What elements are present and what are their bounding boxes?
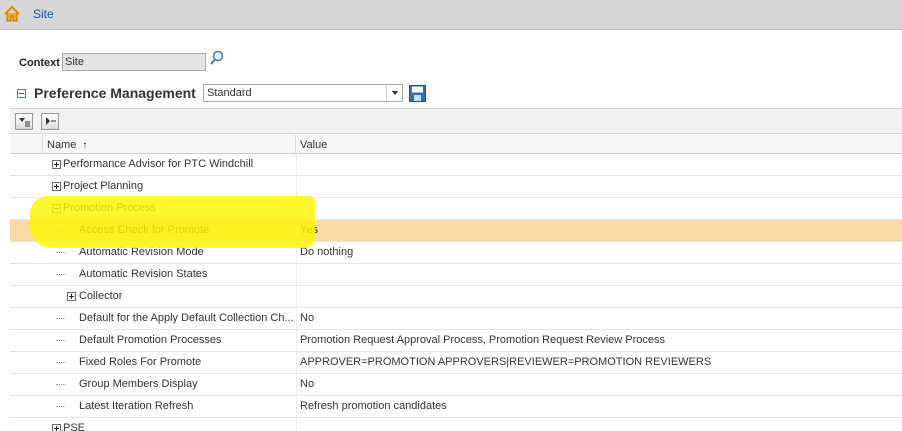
row-name: Access Check for Promote: [79, 224, 210, 236]
context-field[interactable]: [62, 53, 206, 71]
preference-tree-table: Performance Advisor for PTC Windchill Pr…: [10, 154, 902, 431]
table-row[interactable]: Latest Iteration Refresh Refresh promoti…: [10, 396, 902, 418]
row-name: Promotion Process: [63, 202, 156, 214]
table-row[interactable]: Fixed Roles For Promote APPROVER=PROMOTI…: [10, 352, 902, 374]
table-row[interactable]: Project Planning: [10, 176, 902, 198]
table-toolbar: [10, 108, 902, 134]
table-row[interactable]: Automatic Revision Mode Do nothing: [10, 242, 902, 264]
row-value: Yes: [300, 224, 318, 236]
view-select-value: Standard: [207, 87, 252, 99]
expand-icon[interactable]: [52, 424, 61, 431]
table-row[interactable]: Default for the Apply Default Collection…: [10, 308, 902, 330]
collapse-section-icon[interactable]: [17, 89, 26, 98]
table-row[interactable]: PSE: [10, 418, 902, 431]
row-value: Do nothing: [300, 246, 354, 258]
row-value: Refresh promotion candidates: [300, 400, 447, 412]
search-icon[interactable]: [208, 49, 226, 67]
row-value: [300, 198, 890, 219]
row-name: Default for the Apply Default Collection…: [79, 312, 294, 324]
table-row-selected[interactable]: Access Check for Promote Yes: [10, 220, 902, 242]
table-row[interactable]: Group Members Display No: [10, 374, 902, 396]
row-name: Project Planning: [63, 180, 144, 192]
row-name: Latest Iteration Refresh: [79, 400, 194, 412]
row-value: Promotion Request Approval Process, Prom…: [300, 334, 666, 346]
expand-all-icon: [19, 118, 30, 127]
collapse-all-button[interactable]: [41, 113, 59, 130]
top-navigation-bar: Site: [0, 0, 902, 30]
expand-icon[interactable]: [67, 292, 76, 301]
chevron-down-icon[interactable]: [386, 85, 402, 101]
column-header-value-label: Value: [300, 139, 328, 151]
row-name: Automatic Revision Mode: [79, 246, 204, 258]
row-value: [300, 418, 890, 431]
row-name: PSE: [63, 422, 86, 431]
table-row[interactable]: Performance Advisor for PTC Windchill: [10, 154, 902, 176]
page-title: Preference Management: [34, 85, 196, 101]
context-label: Context: [19, 57, 60, 69]
row-value: APPROVER=PROMOTION APPROVERS|REVIEWER=PR…: [300, 356, 712, 368]
row-name: Group Members Display: [79, 378, 198, 390]
row-value: No: [300, 378, 315, 390]
expand-icon[interactable]: [52, 182, 61, 191]
sort-ascending-icon: ↑: [82, 140, 88, 151]
expand-icon[interactable]: [52, 160, 61, 169]
column-header-name-label: Name: [47, 139, 77, 151]
row-value: [300, 154, 890, 175]
row-value: [300, 176, 890, 197]
view-select[interactable]: Standard: [203, 84, 403, 102]
row-value: [300, 264, 890, 285]
row-name: Collector: [79, 290, 123, 302]
row-name: Fixed Roles For Promote: [79, 356, 202, 368]
row-name: Performance Advisor for PTC Windchill: [63, 158, 254, 170]
collapse-all-icon: [46, 117, 56, 125]
table-row[interactable]: Default Promotion Processes Promotion Re…: [10, 330, 902, 352]
table-row[interactable]: Collector: [10, 286, 902, 308]
save-icon[interactable]: [409, 85, 426, 102]
breadcrumb-site-link[interactable]: Site: [33, 7, 54, 21]
table-header: Name ↑ Value: [10, 135, 902, 154]
row-value: [300, 286, 890, 307]
table-row[interactable]: Automatic Revision States: [10, 264, 902, 286]
expand-all-button[interactable]: [15, 113, 33, 130]
column-header-name[interactable]: Name ↑: [42, 135, 296, 153]
collapse-icon[interactable]: [52, 204, 61, 213]
table-row[interactable]: Promotion Process: [10, 198, 902, 220]
row-name: Automatic Revision States: [79, 268, 208, 280]
row-value: No: [300, 312, 315, 324]
column-header-value[interactable]: Value: [296, 135, 856, 153]
row-name: Default Promotion Processes: [79, 334, 222, 346]
home-icon[interactable]: [3, 5, 21, 23]
